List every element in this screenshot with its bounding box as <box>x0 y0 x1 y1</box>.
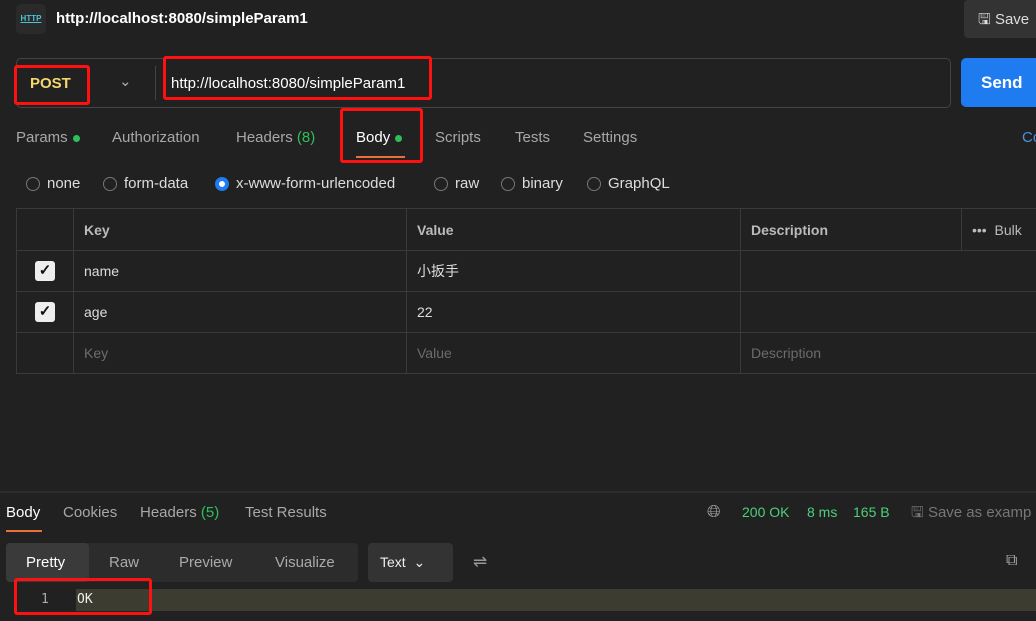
row-checkbox[interactable]: ✓ <box>35 302 55 322</box>
response-tab-test-results[interactable]: Test Results <box>245 504 327 521</box>
radio-form-data[interactable]: form-data <box>103 175 188 192</box>
view-raw[interactable]: Raw <box>109 554 139 571</box>
wrap-lines-icon[interactable]: ⇌ <box>473 552 487 572</box>
value-cell[interactable]: 小扳手 <box>406 250 741 292</box>
response-tab-headers[interactable]: Headers (5) <box>140 504 219 521</box>
row-checkbox[interactable]: ✓ <box>35 261 55 281</box>
send-button[interactable]: Send <box>961 58 1036 107</box>
response-size[interactable]: 165 B <box>853 504 890 520</box>
tab-authorization[interactable]: Authorization <box>112 129 200 146</box>
view-pretty[interactable]: Pretty <box>6 543 89 582</box>
table-row-empty: Key Value Description <box>16 332 1036 374</box>
key-cell[interactable]: name <box>73 250 407 292</box>
tab-tests[interactable]: Tests <box>515 129 550 146</box>
table-row: ✓ name 小扳手 <box>16 250 1036 292</box>
radio-graphql[interactable]: GraphQL <box>587 175 670 192</box>
tab-params[interactable]: Params <box>16 129 80 146</box>
key-cell[interactable]: age <box>73 291 407 333</box>
table-header: Key Value Description ••• Bulk <box>16 208 1036 251</box>
radio-binary[interactable]: binary <box>501 175 563 192</box>
save-example-button[interactable]: 🖫 Save as examp <box>911 502 1031 527</box>
value-cell[interactable]: 22 <box>406 291 741 333</box>
header-description: Description <box>740 208 962 251</box>
description-cell[interactable] <box>740 291 1036 333</box>
globe-icon[interactable]: 🌐︎ <box>707 502 721 522</box>
chevron-down-icon[interactable]: ⌄ <box>119 72 132 90</box>
active-tab-indicator <box>6 530 42 532</box>
params-table: Key Value Description ••• Bulk ✓ name 小扳手 ✓ ag… <box>16 208 1036 374</box>
response-tab-cookies[interactable]: Cookies <box>63 504 117 521</box>
line-highlight <box>76 589 1036 611</box>
header-value: Value <box>406 208 741 251</box>
response-time[interactable]: 8 ms <box>807 504 837 520</box>
key-placeholder[interactable]: Key <box>73 332 407 374</box>
description-cell[interactable] <box>740 250 1036 292</box>
tab-cookies-link[interactable]: Co <box>1022 129 1036 146</box>
save-icon: 🖫 <box>978 11 991 28</box>
request-bar <box>16 58 951 108</box>
pane-divider[interactable] <box>0 491 1036 493</box>
tab-settings[interactable]: Settings <box>583 129 637 146</box>
status-code[interactable]: 200 OK <box>742 504 789 520</box>
copy-icon[interactable]: ⧉ <box>1006 552 1017 570</box>
tab-scripts[interactable]: Scripts <box>435 129 481 146</box>
header-key: Key <box>73 208 407 251</box>
divider <box>155 66 156 100</box>
radio-urlencoded[interactable]: x-www-form-urlencoded <box>215 175 395 192</box>
http-icon: HTTP <box>16 4 46 34</box>
description-placeholder[interactable]: Description <box>740 332 1036 374</box>
save-icon: 🖫 <box>911 504 924 521</box>
request-title: http://localhost:8080/simpleParam1 <box>56 10 308 27</box>
bulk-edit[interactable]: ••• Bulk <box>961 208 1036 251</box>
save-button[interactable]: 🖫 Save <box>964 0 1036 38</box>
view-visualize[interactable]: Visualize <box>275 554 335 571</box>
view-preview[interactable]: Preview <box>179 554 232 571</box>
tab-headers[interactable]: Headers (8) <box>236 129 315 146</box>
value-placeholder[interactable]: Value <box>406 332 741 374</box>
response-tab-body[interactable]: Body <box>6 504 40 521</box>
radio-none[interactable]: none <box>26 175 80 192</box>
radio-raw[interactable]: raw <box>434 175 479 192</box>
table-row: ✓ age 22 <box>16 291 1036 333</box>
format-select[interactable]: Text ⌄ <box>368 543 453 582</box>
